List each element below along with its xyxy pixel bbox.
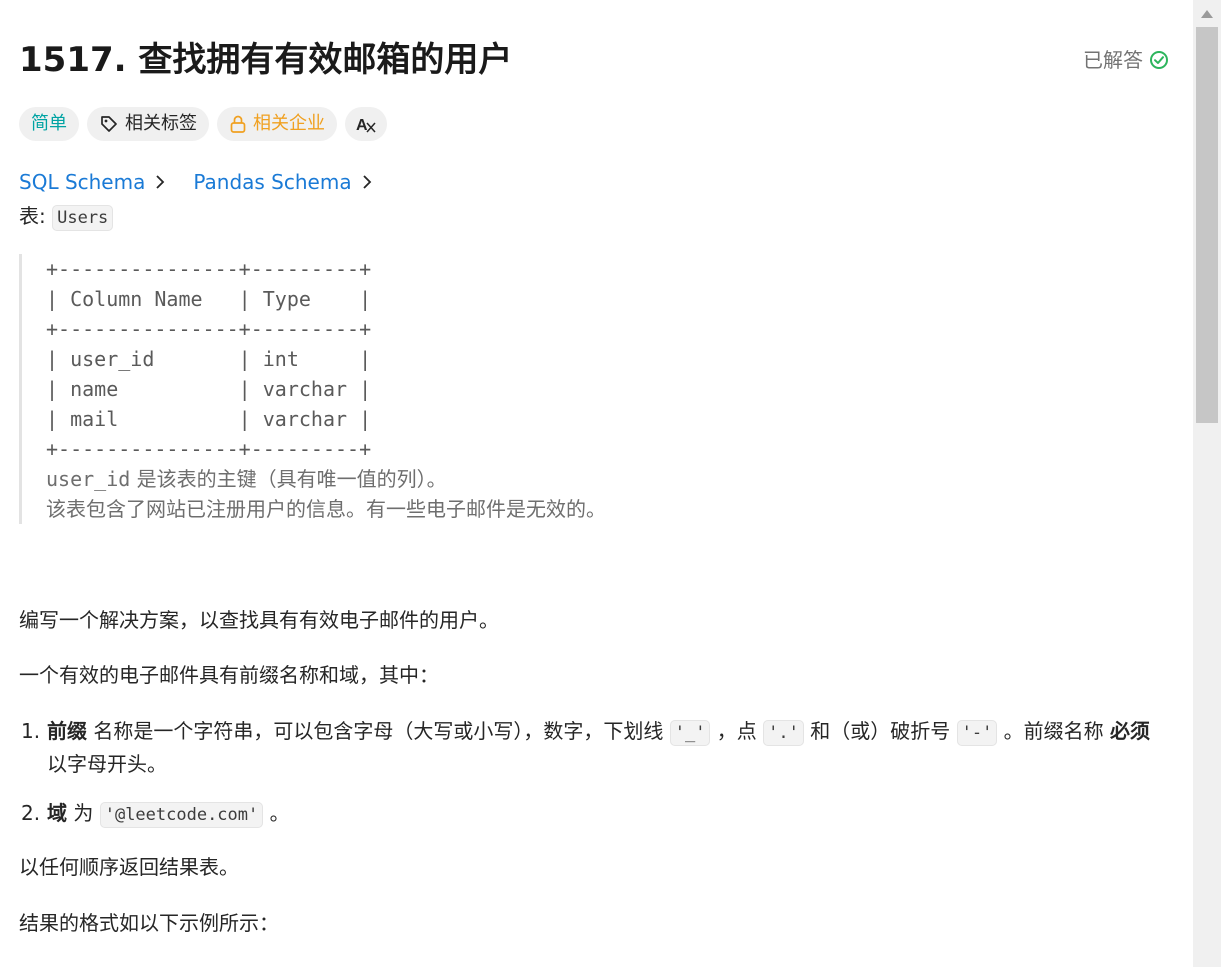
- list-text: 和（或）破折号: [803, 719, 957, 743]
- difficulty-label: 简单: [31, 113, 67, 134]
- list-text: 名称是一个字符串，可以包含字母（大写或小写），数字，下划线: [87, 719, 670, 743]
- tag-bar: 简单 相关标签 相关企业 A: [19, 107, 387, 141]
- pandas-schema-label: Pandas Schema: [193, 170, 352, 194]
- schema-note-1: user_id 是该表的主键（具有唯一值的列）。: [46, 464, 719, 494]
- sql-schema-link[interactable]: SQL Schema: [19, 168, 165, 196]
- solved-status: 已解答: [1083, 48, 1169, 72]
- underscore-code: '_': [669, 720, 711, 746]
- domain-code: '@leetcode.com': [99, 802, 264, 828]
- page-title: 1517. 查找拥有有效邮箱的用户: [19, 40, 513, 80]
- description-paragraph-2: 一个有效的电子邮件具有前缀名称和域，其中：: [19, 663, 439, 687]
- must-bold: 必须: [1110, 719, 1151, 743]
- translate-button[interactable]: A: [345, 107, 387, 141]
- scroll-up-arrow-icon[interactable]: [1201, 10, 1213, 18]
- list-item: 2. 域 为 '@leetcode.com' 。: [19, 798, 1159, 831]
- lock-icon: [230, 115, 246, 133]
- sql-schema-label: SQL Schema: [19, 170, 146, 194]
- table-name-code: Users: [52, 205, 114, 231]
- table-intro: 表: Users: [19, 202, 114, 232]
- description-paragraph-1: 编写一个解决方案，以查找具有有效电子邮件的用户。: [19, 608, 499, 632]
- related-tags-button[interactable]: 相关标签: [87, 107, 209, 141]
- list-text: 以字母开头。: [47, 752, 167, 776]
- prefix-bold: 前缀: [47, 719, 87, 743]
- related-tags-label: 相关标签: [125, 113, 197, 134]
- description-paragraph-3: 以任何顺序返回结果表。: [19, 855, 239, 879]
- pandas-schema-link[interactable]: Pandas Schema: [193, 168, 371, 196]
- svg-text:A: A: [356, 117, 368, 134]
- domain-bold: 域: [47, 801, 67, 825]
- schema-ascii-table: +---------------+---------+ | Column Nam…: [46, 257, 372, 461]
- chevron-right-icon: [362, 175, 371, 189]
- tag-icon: [101, 116, 117, 132]
- list-text: ，点: [710, 719, 764, 743]
- list-item-number: 1.: [21, 719, 41, 743]
- rules-list: 1. 前缀 名称是一个字符串，可以包含字母（大写或小写），数字，下划线 '_' …: [19, 716, 1159, 831]
- list-text: 。前缀名称: [997, 719, 1111, 743]
- related-companies-label: 相关企业: [253, 113, 325, 134]
- scrollbar-thumb[interactable]: [1196, 27, 1218, 423]
- description-paragraph-4: 结果的格式如以下示例所示：: [19, 911, 279, 935]
- list-text: 。: [263, 801, 290, 825]
- schema-links: SQL Schema Pandas Schema: [19, 168, 372, 196]
- dot-code: '.': [763, 720, 804, 746]
- schema-block: +---------------+---------+ | Column Nam…: [19, 254, 719, 524]
- list-item: 1. 前缀 名称是一个字符串，可以包含字母（大写或小写），数字，下划线 '_' …: [19, 716, 1159, 780]
- schema-note-key: user_id: [46, 467, 131, 491]
- chevron-right-icon: [156, 175, 165, 189]
- related-companies-button[interactable]: 相关企业: [217, 107, 337, 141]
- difficulty-badge[interactable]: 简单: [19, 107, 79, 141]
- translate-icon: A: [356, 117, 376, 134]
- schema-note-2: 该表包含了网站已注册用户的信息。有一些电子邮件是无效的。: [46, 497, 606, 521]
- schema-note-key-desc: 是该表的主键（具有唯一值的列）。: [130, 467, 447, 491]
- list-item-number: 2.: [21, 801, 41, 825]
- table-intro-label: 表:: [19, 204, 53, 228]
- dash-code: '-': [956, 720, 998, 746]
- solved-label: 已解答: [1083, 48, 1143, 72]
- title-row: 1517. 查找拥有有效邮箱的用户 已解答: [19, 38, 1169, 82]
- check-circle-icon: [1150, 51, 1168, 69]
- list-text: 为: [67, 801, 100, 825]
